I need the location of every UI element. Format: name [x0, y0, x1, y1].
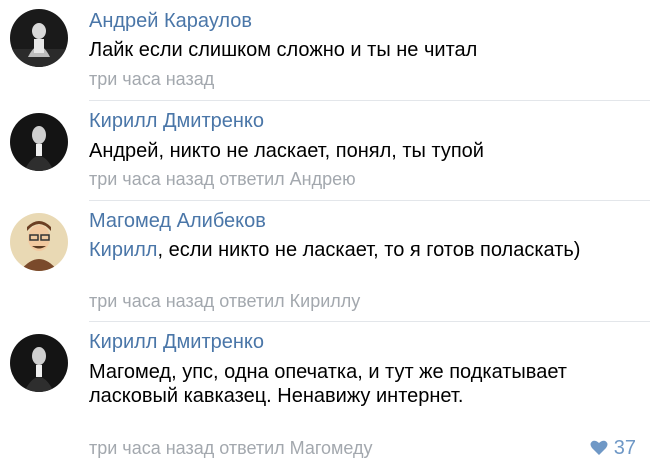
comment-text: Андрей, никто не ласкает, понял, ты тупо… [89, 140, 484, 162]
comment-meta: три часа назад ответил Магомеду [89, 438, 373, 458]
comment-text: Магомед, упс, одна опечатка, и тут же по… [89, 361, 567, 407]
divider [89, 100, 650, 101]
mention-link[interactable]: Кирилл [89, 239, 157, 261]
author-name[interactable]: Кирилл Дмитренко [89, 109, 264, 133]
avatar-image [10, 213, 68, 271]
comment-meta: три часа назад ответил Андрею [89, 169, 356, 189]
avatar-image [10, 113, 68, 171]
avatar[interactable] [10, 9, 68, 67]
avatar[interactable] [10, 334, 68, 392]
comment-text: Кирилл, если никто не ласкает, то я гото… [89, 238, 589, 262]
avatar-image [10, 9, 68, 67]
comment-text-body: , если никто не ласкает, то я готов пола… [157, 239, 581, 261]
like-count: 37 [613, 437, 636, 459]
avatar-image [10, 334, 68, 392]
author-name[interactable]: Кирилл Дмитренко [89, 330, 264, 354]
avatar[interactable] [10, 213, 68, 271]
heart-icon [590, 440, 608, 455]
comment-meta: три часа назад [89, 69, 215, 89]
avatar[interactable] [10, 113, 68, 171]
comment-text: Лайк если слишком сложно и ты не читал [89, 39, 478, 61]
divider [89, 200, 650, 201]
author-name[interactable]: Магомед Алибеков [89, 209, 266, 233]
divider [89, 321, 650, 322]
comment-meta: три часа назад ответил Кириллу [89, 291, 361, 311]
author-name[interactable]: Андрей Караулов [89, 9, 252, 33]
like-button[interactable]: 37 [590, 436, 636, 460]
